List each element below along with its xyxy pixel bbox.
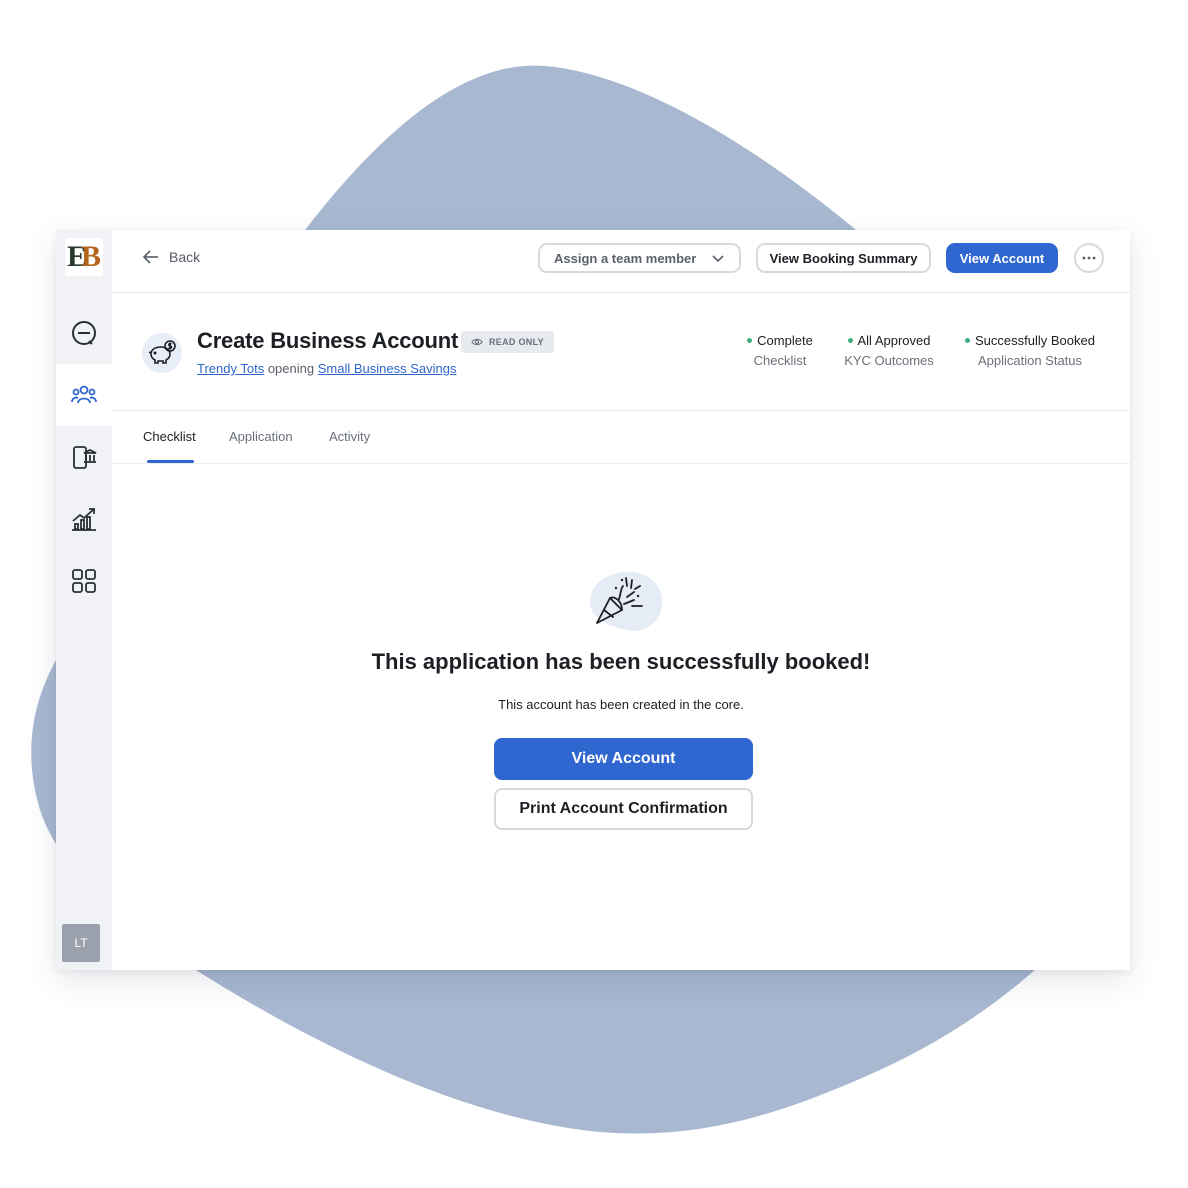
status-kyc: All Approved KYC Outcomes xyxy=(844,333,934,368)
sidebar-item-analytics[interactable] xyxy=(56,488,112,550)
status-dot xyxy=(847,338,853,343)
application-header: Create Business Account READ ONLY Trendy… xyxy=(112,293,1130,411)
active-tab-indicator xyxy=(147,460,194,463)
more-options-button[interactable] xyxy=(1074,243,1104,273)
status-dot xyxy=(965,338,971,343)
read-only-badge: READ ONLY xyxy=(461,331,554,353)
status-value: All Approved xyxy=(857,333,931,348)
team-icon xyxy=(71,385,97,404)
chevron-down-icon xyxy=(712,255,724,263)
status-value: Complete xyxy=(757,333,813,348)
status-label: KYC Outcomes xyxy=(844,353,934,368)
grid-icon xyxy=(72,569,96,593)
back-button[interactable]: Back xyxy=(142,248,200,266)
tab-application[interactable]: Application xyxy=(229,429,293,444)
sidebar-item-customers[interactable] xyxy=(56,364,112,426)
company-link[interactable]: Trendy Tots xyxy=(197,361,264,376)
piggy-bank-badge xyxy=(142,333,182,373)
user-avatar[interactable]: LT xyxy=(62,924,100,962)
top-bar: Back Assign a team member View Booking S… xyxy=(112,230,1130,293)
sidebar-item-dashboard[interactable] xyxy=(56,302,112,364)
status-value: Successfully Booked xyxy=(975,333,1095,348)
badge-label: READ ONLY xyxy=(489,337,544,347)
sidebar-item-banking[interactable] xyxy=(56,426,112,488)
status-dot xyxy=(747,338,753,343)
sidebar: EB LT xyxy=(56,230,112,970)
status-label: Application Status xyxy=(977,353,1083,368)
assign-label: Assign a team member xyxy=(554,250,697,266)
brand-logo[interactable]: EB xyxy=(65,238,103,276)
party-popper-icon xyxy=(590,571,663,631)
eye-icon xyxy=(471,338,483,346)
success-heading: This application has been successfully b… xyxy=(371,649,871,674)
growth-chart-icon xyxy=(72,508,96,531)
mobile-bank-icon xyxy=(73,446,97,469)
page-title: Create Business Account xyxy=(197,328,459,353)
app-window: EB LT Back Assign a team member View Boo… xyxy=(56,230,1130,970)
tab-checklist[interactable]: Checklist xyxy=(143,429,196,444)
subtitle-connector: opening xyxy=(267,361,315,376)
success-description: This account has been created in the cor… xyxy=(498,697,744,712)
piggy-bank-icon xyxy=(148,340,176,364)
minus-circle-icon xyxy=(72,321,96,345)
status-checklist: Complete Checklist xyxy=(745,333,815,368)
status-label: Checklist xyxy=(753,353,807,368)
product-link[interactable]: Small Business Savings xyxy=(318,361,457,376)
ellipsis-icon xyxy=(1082,256,1096,260)
status-application: Successfully Booked Application Status xyxy=(960,333,1100,368)
assign-team-member-dropdown[interactable]: Assign a team member xyxy=(538,243,741,273)
view-account-button[interactable]: View Account xyxy=(494,738,753,780)
back-label: Back xyxy=(169,249,201,265)
tab-bar: Checklist Application Activity xyxy=(112,411,1130,464)
arrow-left-icon xyxy=(142,250,158,264)
sidebar-item-apps[interactable] xyxy=(56,550,112,612)
view-account-top-button[interactable]: View Account xyxy=(946,243,1058,273)
success-panel: This application has been successfully b… xyxy=(112,464,1130,970)
tab-activity[interactable]: Activity xyxy=(329,429,370,444)
application-subtitle: Trendy Tots opening Small Business Savin… xyxy=(197,361,456,376)
view-booking-summary-button[interactable]: View Booking Summary xyxy=(756,243,931,273)
main-panel: Back Assign a team member View Booking S… xyxy=(112,230,1130,970)
print-confirmation-button[interactable]: Print Account Confirmation xyxy=(494,788,753,830)
